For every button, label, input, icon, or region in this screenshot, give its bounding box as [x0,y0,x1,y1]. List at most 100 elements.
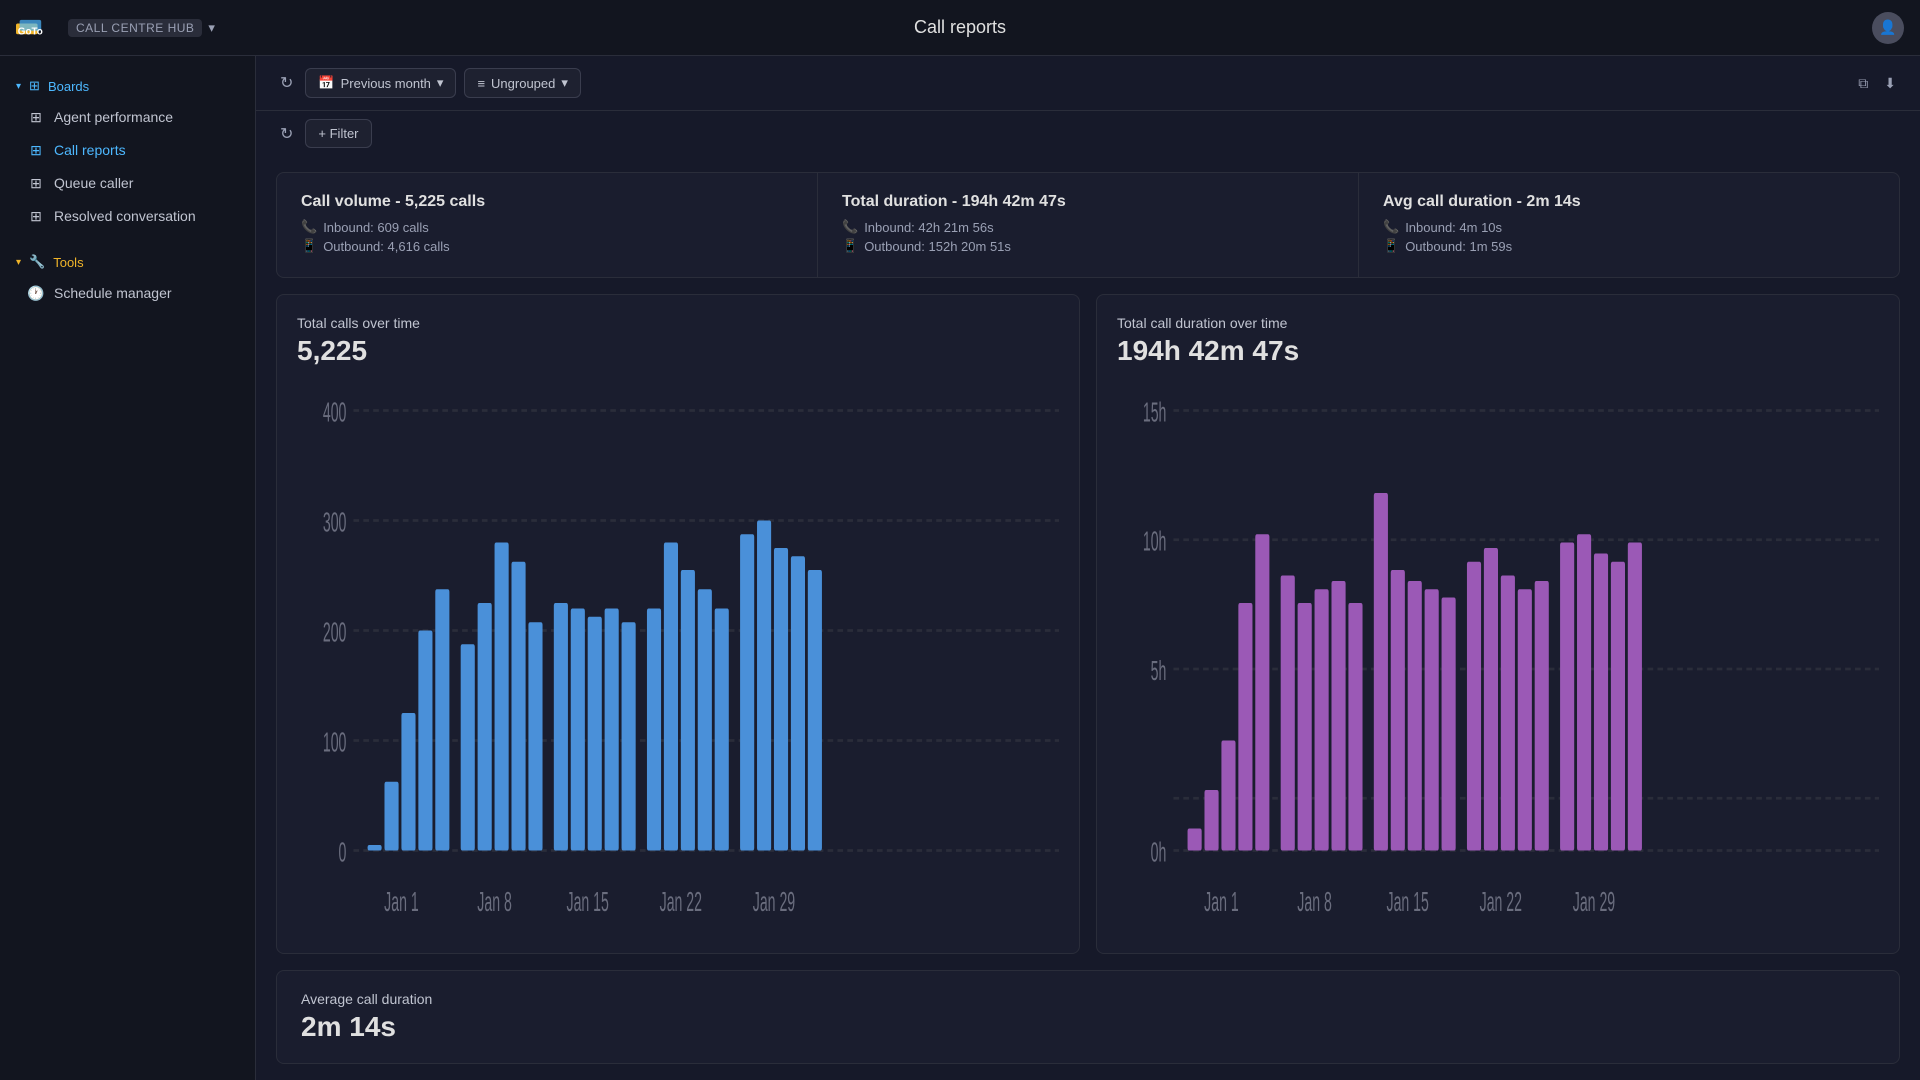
svg-text:15h: 15h [1143,396,1167,427]
agent-performance-icon: ⊞ [28,109,44,125]
calls-chart-title: Total calls over time [297,315,1059,331]
toolbar-right: ⧉ ⬇ [1854,71,1900,96]
calls-chart-area: 400 300 200 100 0 [297,383,1059,933]
refresh-button[interactable]: ↻ [276,69,297,97]
stats-row: Call volume - 5,225 calls 📞 Inbound: 609… [276,172,1900,278]
duration-chart-area: 15h 10h 5h 0h [1117,383,1879,933]
outbound-phone-icon-2: 📱 [842,238,858,254]
calls-chart-svg: 400 300 200 100 0 [297,383,1059,933]
duration-chart-svg: 15h 10h 5h 0h [1117,383,1879,933]
boards-section-header[interactable]: ▾ ⊞ Boards [0,72,255,100]
charts-row: Total calls over time 5,225 400 300 200 [276,294,1900,954]
stat-total-duration: Total duration - 194h 42m 47s 📞 Inbound:… [818,173,1359,277]
svg-text:0h: 0h [1151,836,1167,867]
ungrouped-chevron-icon: ▾ [561,75,568,91]
svg-text:0: 0 [339,836,347,867]
tools-icon: 🔧 [29,254,45,270]
avg-duration-outbound: 📱 Outbound: 1m 59s [1383,238,1875,254]
svg-text:Jan 1: Jan 1 [1204,886,1239,917]
call-reports-icon: ⊞ [28,142,44,158]
svg-text:200: 200 [323,616,347,647]
calls-chart-card: Total calls over time 5,225 400 300 200 [276,294,1080,954]
chevron-down-icon: ▾ [437,75,444,91]
ungrouped-icon: ≡ [477,76,485,91]
avg-duration-card-value: 2m 14s [301,1011,1875,1043]
sidebar-item-call-reports[interactable]: ⊞ Call reports [4,134,251,166]
topbar: GoTo CALL CENTRE HUB ▾ Call reports 👤 [0,0,1920,56]
svg-text:Jan 15: Jan 15 [567,886,609,917]
workspace-chevron: ▾ [208,20,215,36]
topbar-right: 👤 [1872,12,1904,44]
svg-text:100: 100 [323,726,347,757]
boards-chevron: ▾ [16,81,21,92]
svg-text:GoTo: GoTo [18,26,43,37]
avg-duration-inbound: 📞 Inbound: 4m 10s [1383,219,1875,235]
duration-chart-value: 194h 42m 47s [1117,335,1879,367]
sidebar-item-label: Agent performance [54,109,173,125]
logo: GoTo [16,16,52,40]
queue-caller-icon: ⊞ [28,175,44,191]
inbound-phone-icon: 📞 [301,219,317,235]
sidebar-item-label: Call reports [54,142,126,158]
avg-duration-card: Average call duration 2m 14s [276,970,1900,1064]
sidebar-item-resolved-conversation[interactable]: ⊞ Resolved conversation [4,200,251,232]
toolbar-row1: ↻ 📅 Previous month ▾ ≡ Ungrouped ▾ ⧉ ⬇ [256,56,1920,111]
sidebar-item-label: Resolved conversation [54,208,196,224]
resolved-conversation-icon: ⊞ [28,208,44,224]
stat-call-volume: Call volume - 5,225 calls 📞 Inbound: 609… [277,173,818,277]
schedule-manager-icon: 🕐 [28,285,44,301]
total-duration-outbound: 📱 Outbound: 152h 20m 51s [842,238,1334,254]
call-volume-inbound: 📞 Inbound: 609 calls [301,219,793,235]
ungrouped-label: Ungrouped [491,76,555,91]
previous-month-button[interactable]: 📅 Previous month ▾ [305,68,456,98]
total-duration-title: Total duration - 194h 42m 47s [842,193,1334,211]
workspace-selector[interactable]: CALL CENTRE HUB ▾ [68,19,215,37]
calls-chart-value: 5,225 [297,335,1059,367]
sidebar: ▾ ⊞ Boards ⊞ Agent performance ⊞ Call re… [0,56,256,1080]
sidebar-item-agent-performance[interactable]: ⊞ Agent performance [4,101,251,133]
svg-text:Jan 22: Jan 22 [660,886,702,917]
previous-month-label: Previous month [341,76,431,91]
tools-section: ▾ 🔧 Tools 🕐 Schedule manager [0,248,255,309]
refresh-button-2[interactable]: ↻ [276,120,297,148]
ungrouped-button[interactable]: ≡ Ungrouped ▾ [464,68,580,98]
svg-text:400: 400 [323,396,347,427]
toolbar-row2: ↻ + Filter [256,111,1920,156]
svg-text:10h: 10h [1143,526,1167,557]
svg-text:5h: 5h [1151,655,1167,686]
workspace-name: CALL CENTRE HUB [68,19,202,37]
tools-section-header[interactable]: ▾ 🔧 Tools [0,248,255,276]
total-duration-inbound: 📞 Inbound: 42h 21m 56s [842,219,1334,235]
outbound-phone-icon: 📱 [301,238,317,254]
content: ↻ 📅 Previous month ▾ ≡ Ungrouped ▾ ⧉ ⬇ ↻… [256,56,1920,1080]
sidebar-item-label: Queue caller [54,175,133,191]
avatar[interactable]: 👤 [1872,12,1904,44]
outbound-phone-icon-3: 📱 [1383,238,1399,254]
svg-text:300: 300 [323,506,347,537]
sidebar-item-queue-caller[interactable]: ⊞ Queue caller [4,167,251,199]
svg-text:Jan 8: Jan 8 [477,886,512,917]
download-button[interactable]: ⬇ [1880,71,1900,96]
inbound-phone-icon-3: 📞 [1383,219,1399,235]
tools-label: Tools [53,255,83,270]
sidebar-item-schedule-manager[interactable]: 🕐 Schedule manager [4,277,251,309]
svg-text:Jan 1: Jan 1 [384,886,419,917]
boards-label: Boards [48,79,89,94]
sidebar-item-label: Schedule manager [54,285,172,301]
calendar-icon: 📅 [318,75,334,91]
call-volume-title: Call volume - 5,225 calls [301,193,793,211]
svg-text:Jan 8: Jan 8 [1297,886,1332,917]
boards-icon: ⊞ [29,78,40,94]
svg-text:Jan 15: Jan 15 [1387,886,1429,917]
page-title: Call reports [914,17,1006,38]
copy-button[interactable]: ⧉ [1854,71,1872,96]
svg-text:Jan 22: Jan 22 [1480,886,1522,917]
call-volume-outbound: 📱 Outbound: 4,616 calls [301,238,793,254]
stat-avg-duration: Avg call duration - 2m 14s 📞 Inbound: 4m… [1359,173,1899,277]
boards-section: ▾ ⊞ Boards ⊞ Agent performance ⊞ Call re… [0,72,255,232]
avg-duration-card-title: Average call duration [301,991,1875,1007]
tools-chevron: ▾ [16,257,21,268]
avg-duration-title: Avg call duration - 2m 14s [1383,193,1875,211]
duration-chart-title: Total call duration over time [1117,315,1879,331]
filter-button[interactable]: + Filter [305,119,371,148]
